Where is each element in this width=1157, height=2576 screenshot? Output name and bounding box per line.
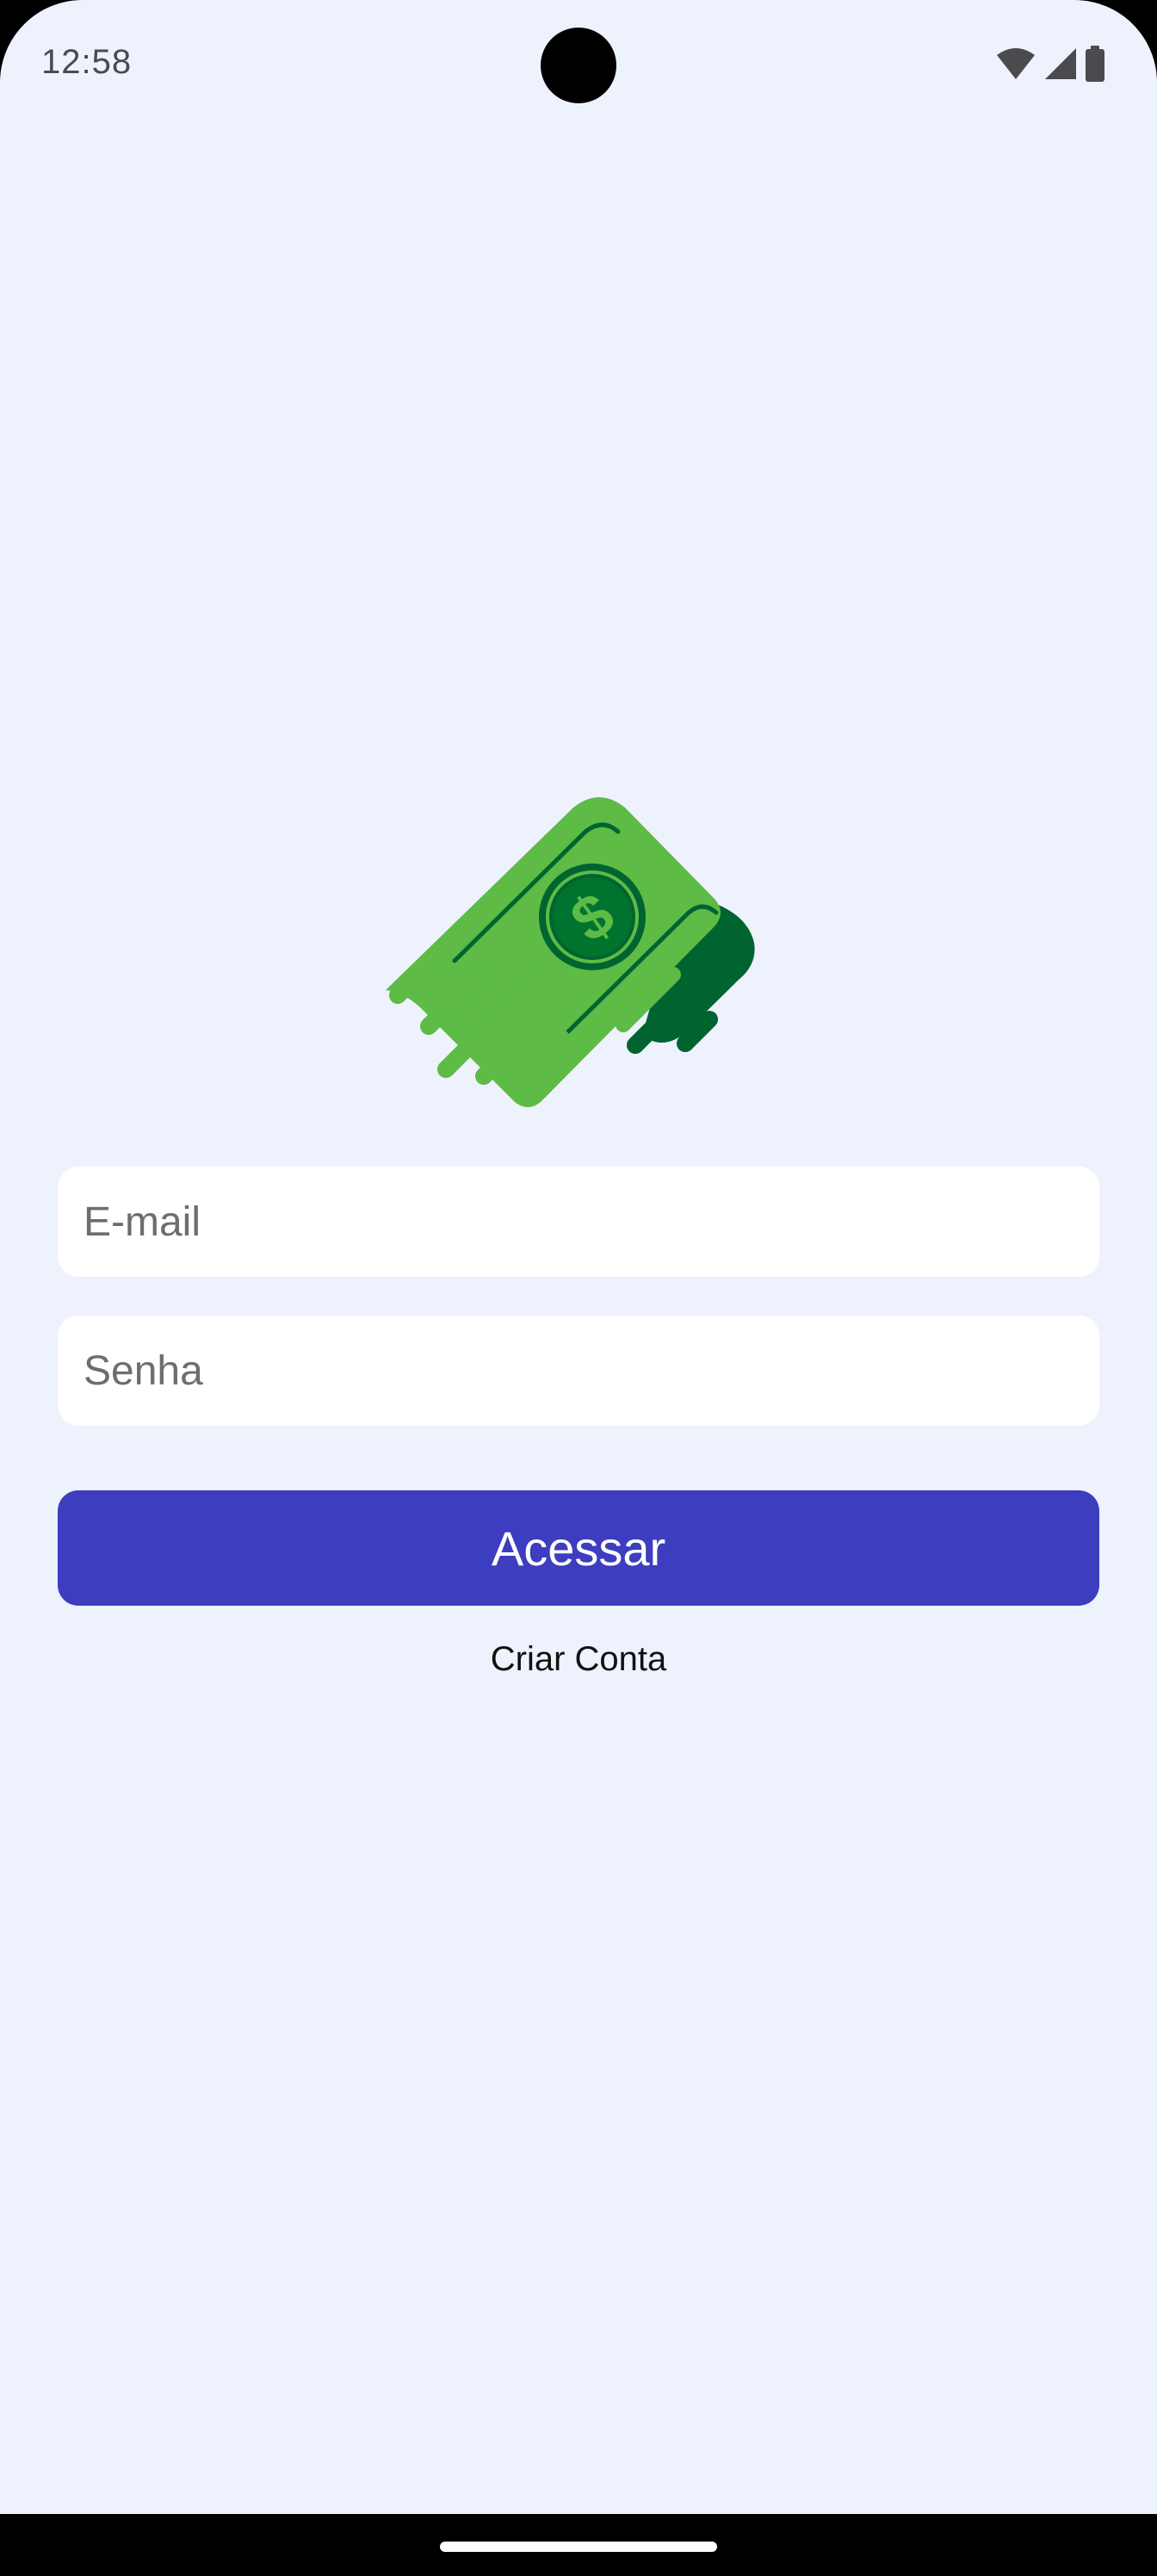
status-icons (995, 45, 1105, 83)
camera-cutout (541, 28, 616, 103)
login-screen: 12:58 $ E-mail Acessar Criar Conta (0, 0, 1157, 2514)
cell-signal-icon (1043, 46, 1078, 81)
create-account-button[interactable]: Criar Conta (406, 1632, 751, 1687)
wifi-icon (995, 46, 1036, 81)
password-input[interactable] (58, 1316, 1099, 1426)
status-bar: 12:58 (0, 0, 1157, 129)
home-indicator[interactable] (440, 2542, 717, 2552)
password-field[interactable] (58, 1316, 1099, 1426)
login-button[interactable]: Acessar (58, 1490, 1099, 1606)
email-field[interactable] (58, 1167, 1099, 1277)
email-input[interactable] (58, 1167, 1099, 1277)
battery-icon (1085, 46, 1105, 82)
status-time: 12:58 (41, 43, 133, 81)
flying-money-icon: $ (386, 792, 771, 1111)
